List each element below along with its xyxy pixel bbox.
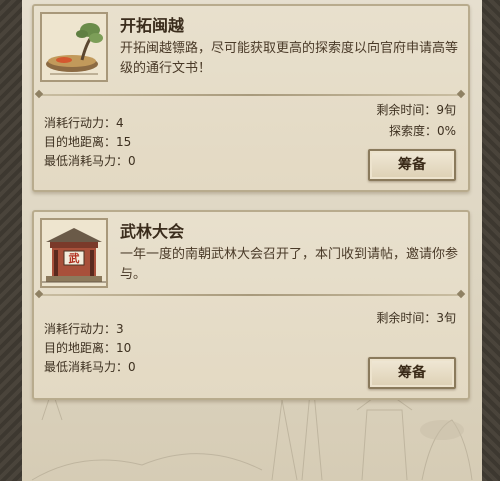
left-ornate-border	[0, 0, 22, 481]
distance-stat: 目的地距离：15	[44, 135, 132, 149]
expedition-card-2: 武 武林大会 一年一度的南朝武林大会召开了，本门收到请帖，邀请你参与。 消耗行动…	[32, 210, 470, 400]
expedition-status: 剩余时间：3旬	[376, 308, 456, 329]
exploration-level: 探索度：0%	[388, 124, 456, 138]
prepare-button[interactable]: 筹备	[368, 149, 456, 181]
arena-plaque-text: 武	[69, 251, 80, 265]
min-horsepower-stat: 最低消耗马力：0	[44, 154, 136, 168]
action-cost-stat: 消耗行动力：4	[44, 116, 124, 130]
min-horsepower-stat: 最低消耗马力：0	[44, 360, 136, 374]
action-cost-stat: 消耗行动力：3	[44, 322, 124, 336]
prepare-button[interactable]: 筹备	[368, 357, 456, 389]
expedition-card-1: 开拓闽越 开拓闽越镖路，尽可能获取更高的探索度以向官府申请高等级的通行文书！ 消…	[32, 4, 470, 192]
expedition-thumbnail-2: 武	[40, 218, 108, 288]
martial-arena-icon: 武	[42, 220, 106, 286]
card-divider	[38, 94, 462, 96]
expedition-description: 一年一度的南朝武林大会召开了，本门收到请帖，邀请你参与。	[120, 247, 459, 282]
card-divider	[38, 294, 462, 296]
bonsai-tree-icon	[42, 14, 106, 80]
expedition-stats: 消耗行动力：3 目的地距离：10 最低消耗马力：0	[44, 320, 136, 377]
expedition-title: 开拓闽越	[120, 16, 185, 35]
remaining-time: 剩余时间：9旬	[376, 103, 456, 117]
expedition-description: 开拓闽越镖路，尽可能获取更高的探索度以向官府申请高等级的通行文书！	[120, 41, 459, 76]
expedition-stats: 消耗行动力：4 目的地距离：15 最低消耗马力：0	[44, 114, 136, 171]
right-ornate-border	[482, 0, 500, 481]
expedition-thumbnail-1	[40, 12, 108, 82]
remaining-time: 剩余时间：3旬	[376, 311, 456, 325]
expedition-title: 武林大会	[120, 222, 185, 241]
distance-stat: 目的地距离：10	[44, 341, 132, 355]
expedition-status: 剩余时间：9旬 探索度：0%	[376, 100, 456, 142]
